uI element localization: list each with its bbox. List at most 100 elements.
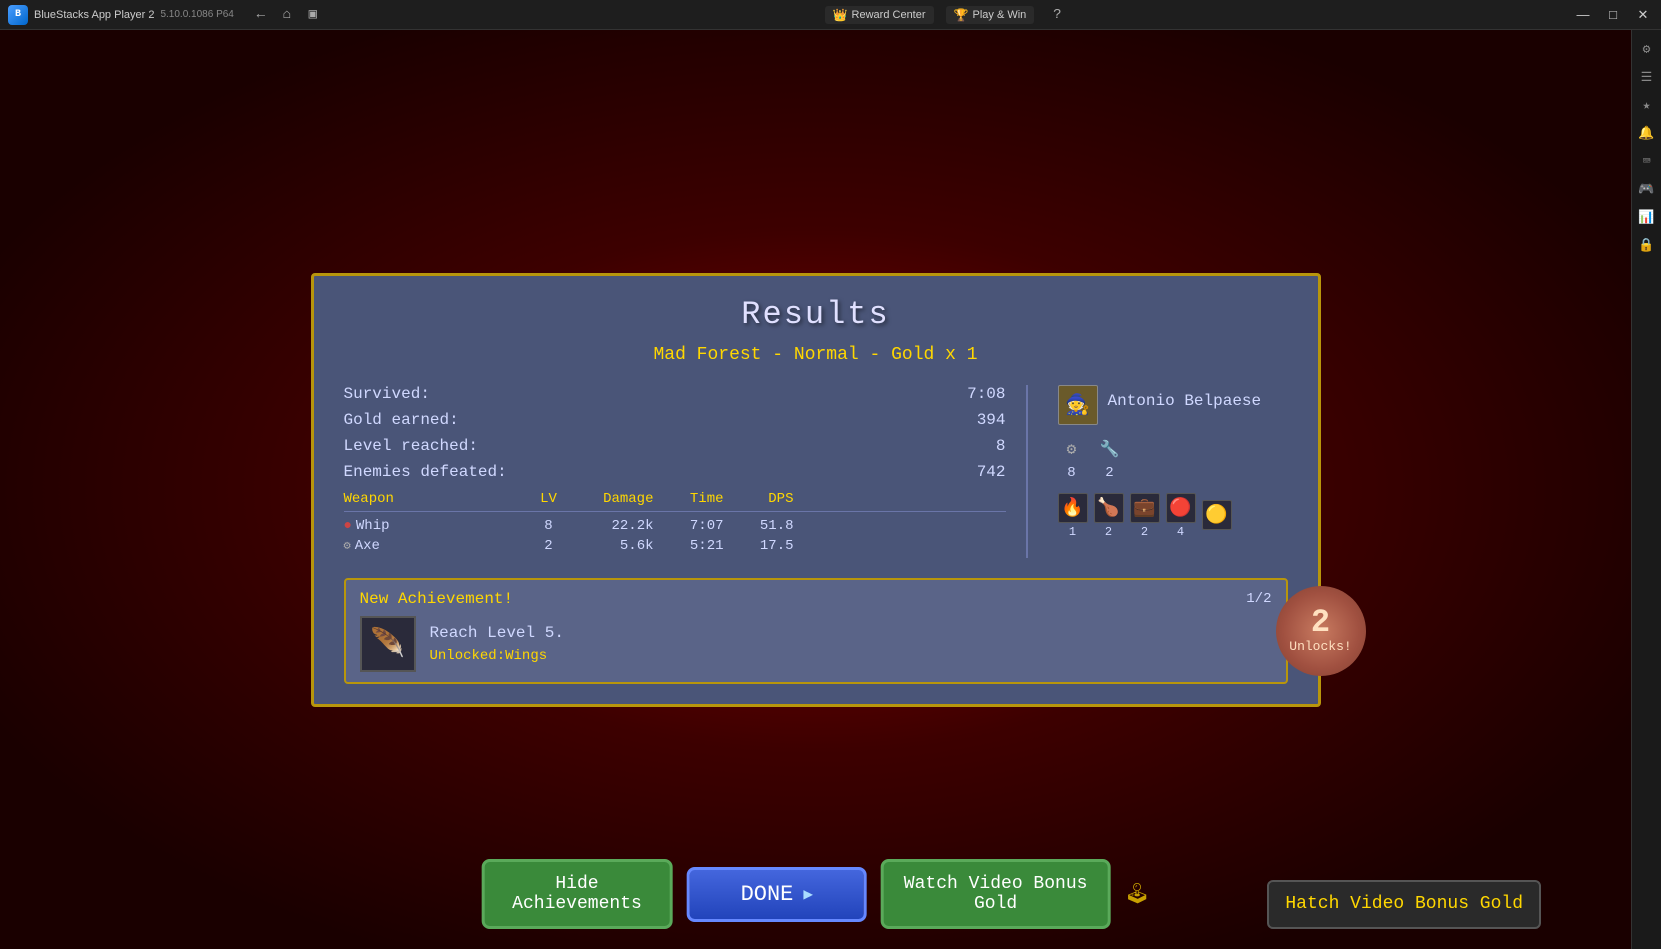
sidebar-icon-5[interactable]: 🎮 <box>1636 178 1658 200</box>
titlebar-center: 👑 Reward Center 🏆 Play & Win ? <box>324 4 1569 26</box>
weapon-lv-1: 2 <box>524 538 574 554</box>
watch-video-button[interactable]: Watch Video BonusGold <box>881 859 1111 929</box>
unlocks-badge: 2 Unlocks! <box>1276 586 1366 676</box>
item-group-4: 🟡 <box>1202 500 1232 532</box>
sidebar-icon-7[interactable]: 🔒 <box>1636 234 1658 256</box>
results-title: Results <box>344 296 1288 333</box>
stat-label-1: Gold earned: <box>344 411 459 429</box>
stat-row-2: Level reached: 8 <box>344 437 1006 455</box>
col-lv: LV <box>524 491 574 507</box>
weapons-table: Weapon LV Damage Time DPS ● Whip 8 22.2k <box>344 491 1006 554</box>
stat-label-2: Level reached: <box>344 437 478 455</box>
item-group-0: 🔥 1 <box>1058 493 1088 539</box>
col-dps: DPS <box>724 491 794 507</box>
sidebar-icon-3[interactable]: 🔔 <box>1636 122 1658 144</box>
app-title: BlueStacks App Player 2 <box>34 9 154 21</box>
nav-back-btn[interactable]: ← <box>250 4 272 26</box>
weapon-row-1: ⚙ Axe 2 5.6k 5:21 17.5 <box>344 538 1006 554</box>
weapon-dps-1: 17.5 <box>724 538 794 554</box>
item-num-0: 1 <box>1069 525 1076 539</box>
achievement-header: New Achievement! 1/2 <box>360 590 1272 608</box>
hide-achievements-button[interactable]: HideAchievements <box>481 859 673 929</box>
play-win-label: Play & Win <box>972 9 1026 21</box>
hatch-popup: Hatch Video Bonus Gold <box>1267 880 1541 929</box>
weapon-time-0: 7:07 <box>654 518 724 534</box>
col-damage: Damage <box>574 491 654 507</box>
nav-home-btn[interactable]: ⌂ <box>276 4 298 26</box>
weapon-name-1: ⚙ Axe <box>344 538 524 554</box>
sidebar-icon-6[interactable]: 📊 <box>1636 206 1658 228</box>
results-panel: Results Mad Forest - Normal - Gold x 1 S… <box>311 273 1321 707</box>
maximize-btn[interactable]: □ <box>1599 4 1627 26</box>
titlebar-left: B BlueStacks App Player 2 5.10.0.1086 P6… <box>0 4 324 26</box>
achievement-body: 🪶 Reach Level 5. Unlocked:Wings <box>360 616 1272 672</box>
stat-num-1: 2 <box>1105 465 1113 481</box>
close-btn[interactable]: ✕ <box>1629 4 1657 26</box>
stat-row-0: Survived: 7:08 <box>344 385 1006 403</box>
stat-label-0: Survived: <box>344 385 430 403</box>
right-sidebar: ⚙ ☰ ★ 🔔 ⌨ 🎮 📊 🔒 <box>1631 30 1661 949</box>
weapon-name-0: ● Whip <box>344 518 524 534</box>
nav-bookmark-btn[interactable]: ▣ <box>302 4 324 26</box>
item-icon-0: 🔥 <box>1058 493 1088 523</box>
item-num-2: 2 <box>1141 525 1148 539</box>
achievement-counter: 1/2 <box>1246 591 1271 607</box>
item-group-1: 🍗 2 <box>1094 493 1124 539</box>
titlebar-nav: ← ⌂ ▣ <box>250 4 324 26</box>
item-group-3: 🔴 4 <box>1166 493 1196 539</box>
stat-row-3: Enemies defeated: 742 <box>344 463 1006 481</box>
weapon-time-1: 5:21 <box>654 538 724 554</box>
bottom-buttons: HideAchievements DONE ▶ Watch Video Bonu… <box>481 859 1150 929</box>
sidebar-icon-0[interactable]: ⚙ <box>1636 38 1658 60</box>
item-icon-3: 🔴 <box>1166 493 1196 523</box>
minimize-btn[interactable]: — <box>1569 4 1597 26</box>
play-win-badge[interactable]: 🏆 Play & Win <box>946 6 1035 24</box>
sidebar-icon-2[interactable]: ★ <box>1636 94 1658 116</box>
sidebar-icon-1[interactable]: ☰ <box>1636 66 1658 88</box>
col-time: Time <box>654 491 724 507</box>
stat-icon-1: 🔧 <box>1096 435 1124 463</box>
hatch-text: Hatch Video Bonus Gold <box>1285 894 1523 914</box>
titlebar: B BlueStacks App Player 2 5.10.0.1086 P6… <box>0 0 1661 30</box>
whip-icon: ● <box>344 518 352 534</box>
done-icon: ▶ <box>803 884 813 904</box>
trophy-icon: 🏆 <box>954 8 969 22</box>
reward-center-badge[interactable]: 👑 Reward Center <box>825 6 934 24</box>
achievement-unlock: Unlocked:Wings <box>430 648 1272 664</box>
col-weapon: Weapon <box>344 491 524 507</box>
stat-row-1: Gold earned: 394 <box>344 411 1006 429</box>
achievement-icon: 🪶 <box>360 616 416 672</box>
weapon-row-0: ● Whip 8 22.2k 7:07 51.8 <box>344 518 1006 534</box>
stat-num-0: 8 <box>1067 465 1075 481</box>
results-subtitle: Mad Forest - Normal - Gold x 1 <box>344 345 1288 365</box>
stats-icons: ⚙ 8 🔧 2 <box>1058 435 1124 481</box>
weapon-dps-0: 51.8 <box>724 518 794 534</box>
done-button[interactable]: DONE ▶ <box>687 867 867 922</box>
achievement-text: Reach Level 5. Unlocked:Wings <box>430 624 1272 664</box>
done-label: DONE <box>741 882 794 907</box>
axe-icon: ⚙ <box>344 538 351 553</box>
stat-group-0: ⚙ 8 <box>1058 435 1086 481</box>
stat-value-2: 8 <box>996 437 1006 455</box>
item-num-3: 4 <box>1177 525 1184 539</box>
divider <box>1026 385 1028 558</box>
results-body: Survived: 7:08 Gold earned: 394 Level re… <box>344 385 1288 558</box>
weapon-damage-0: 22.2k <box>574 518 654 534</box>
unlocks-number: 2 <box>1311 607 1330 639</box>
help-btn[interactable]: ? <box>1046 4 1068 26</box>
achievement-description: Reach Level 5. <box>430 624 1272 642</box>
achievement-panel: New Achievement! 1/2 🪶 Reach Level 5. Un… <box>344 578 1288 684</box>
item-group-2: 💼 2 <box>1130 493 1160 539</box>
weapon-lv-0: 8 <box>524 518 574 534</box>
unlocks-label: Unlocks! <box>1289 639 1351 654</box>
stat-value-3: 742 <box>977 463 1006 481</box>
stat-icon-0: ⚙ <box>1058 435 1086 463</box>
weapon-damage-1: 5.6k <box>574 538 654 554</box>
sidebar-icon-4[interactable]: ⌨ <box>1636 150 1658 172</box>
stat-label-3: Enemies defeated: <box>344 463 507 481</box>
item-num-1: 2 <box>1105 525 1112 539</box>
app-version: 5.10.0.1086 P64 <box>160 9 233 20</box>
titlebar-right: — □ ✕ <box>1569 4 1661 26</box>
character-sprite: 🧙 <box>1058 385 1098 425</box>
joystick-icon: 🕹 <box>1124 881 1149 907</box>
